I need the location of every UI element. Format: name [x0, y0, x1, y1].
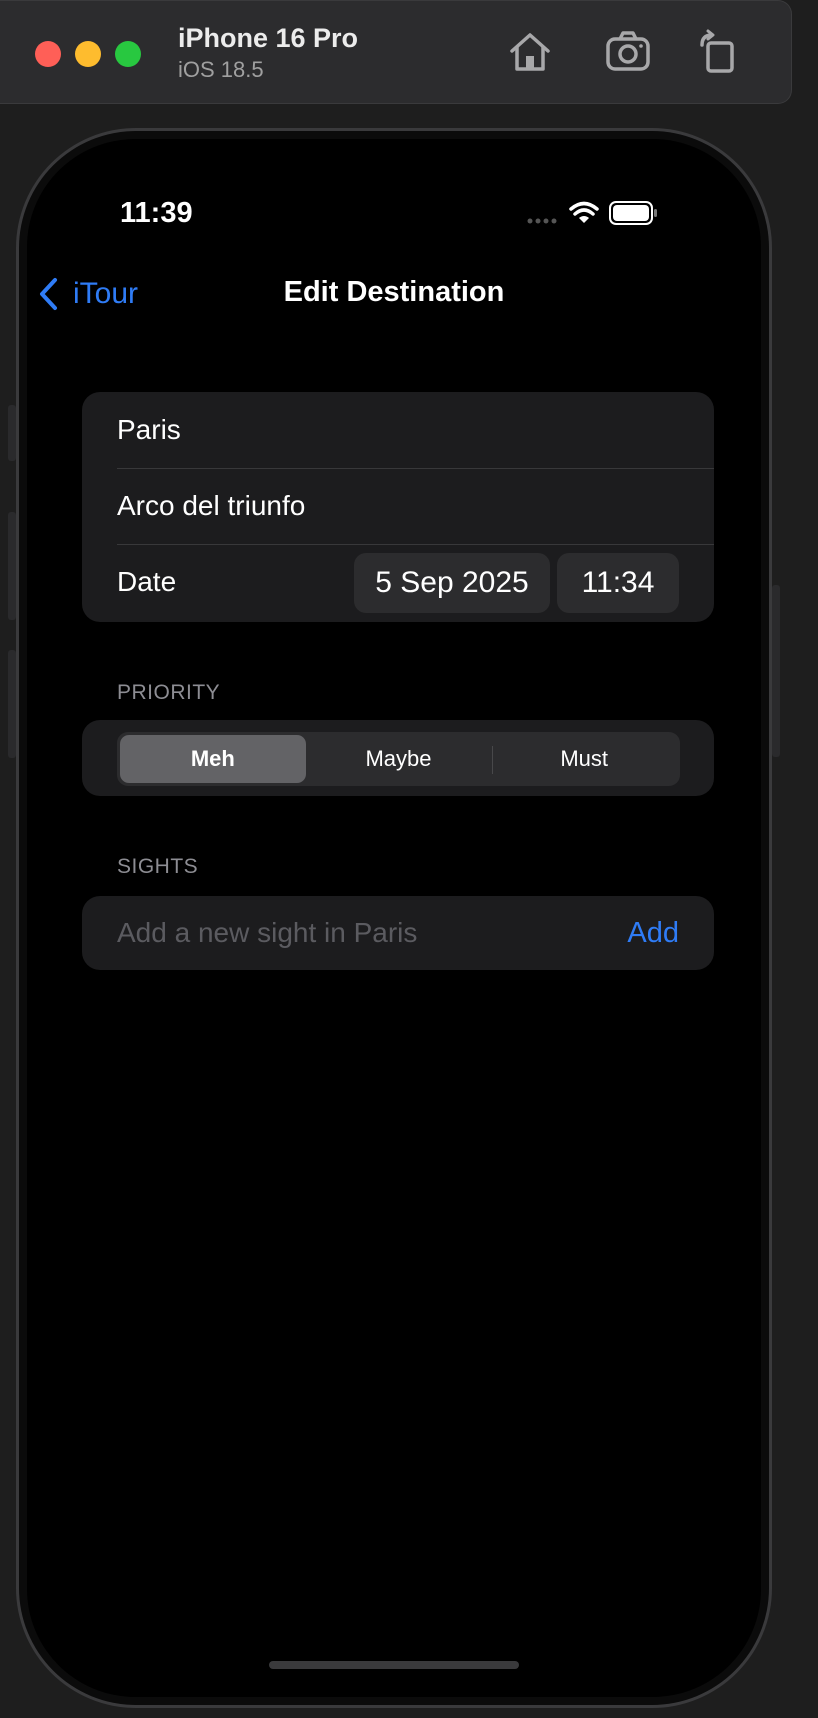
battery-icon [609, 201, 657, 225]
device-name: iPhone 16 Pro [178, 23, 359, 53]
action-button [8, 405, 16, 461]
home-icon[interactable] [506, 29, 554, 75]
date-row: Date 5 Sep 2025 11:34 [82, 544, 714, 620]
volume-down-button [8, 650, 16, 758]
priority-group: Meh Maybe Must [82, 720, 714, 796]
name-field[interactable]: Paris [82, 392, 714, 468]
status-time: 11:39 [120, 197, 193, 229]
simulator-window: iPhone 16 Pro iOS 18.5 11:39 iTour Edit … [0, 0, 818, 1718]
details-group: Paris Arco del triunfo Date 5 Sep 2025 1… [82, 392, 714, 622]
add-sight-button[interactable]: Add [627, 896, 679, 970]
details-field-value: Arco del triunfo [117, 490, 306, 521]
priority-segmented-control: Meh Maybe Must [117, 732, 680, 786]
details-field[interactable]: Arco del triunfo [82, 468, 714, 544]
time-picker-button[interactable]: 11:34 [557, 553, 679, 613]
power-button [772, 585, 780, 757]
segment-divider [492, 746, 493, 774]
volume-up-button [8, 512, 16, 620]
date-label: Date [117, 566, 177, 597]
priority-option-meh[interactable]: Meh [120, 735, 306, 783]
wifi-icon [569, 201, 599, 223]
home-indicator[interactable] [269, 1661, 519, 1669]
device-os-version: iOS 18.5 [178, 57, 264, 82]
phone-frame: 11:39 iTour Edit Destination Paris Arco … [16, 128, 772, 1708]
date-picker-value: 5 Sep 2025 [375, 566, 529, 599]
phone-bezel: 11:39 iTour Edit Destination Paris Arco … [19, 131, 769, 1705]
status-icons [527, 201, 657, 225]
new-sight-input[interactable] [117, 896, 577, 970]
cellular-icon [527, 218, 557, 224]
zoom-window-button[interactable] [115, 41, 141, 67]
sights-section-header: SIGHTS [117, 855, 199, 878]
time-picker-value: 11:34 [581, 566, 655, 599]
name-field-value: Paris [117, 414, 181, 445]
priority-option-must[interactable]: Must [491, 735, 677, 783]
date-picker-button[interactable]: 5 Sep 2025 [354, 553, 550, 613]
screenshot-icon[interactable] [604, 29, 652, 75]
page-title: Edit Destination [283, 276, 505, 308]
priority-option-maybe[interactable]: Maybe [306, 735, 492, 783]
priority-section-header: PRIORITY [117, 681, 221, 704]
phone-screen: 11:39 iTour Edit Destination Paris Arco … [27, 139, 761, 1697]
sights-group: Add [82, 896, 714, 970]
minimize-window-button[interactable] [75, 41, 101, 67]
simulator-titlebar: iPhone 16 Pro iOS 18.5 [0, 0, 792, 104]
close-window-button[interactable] [35, 41, 61, 67]
rotate-icon[interactable] [696, 29, 744, 75]
